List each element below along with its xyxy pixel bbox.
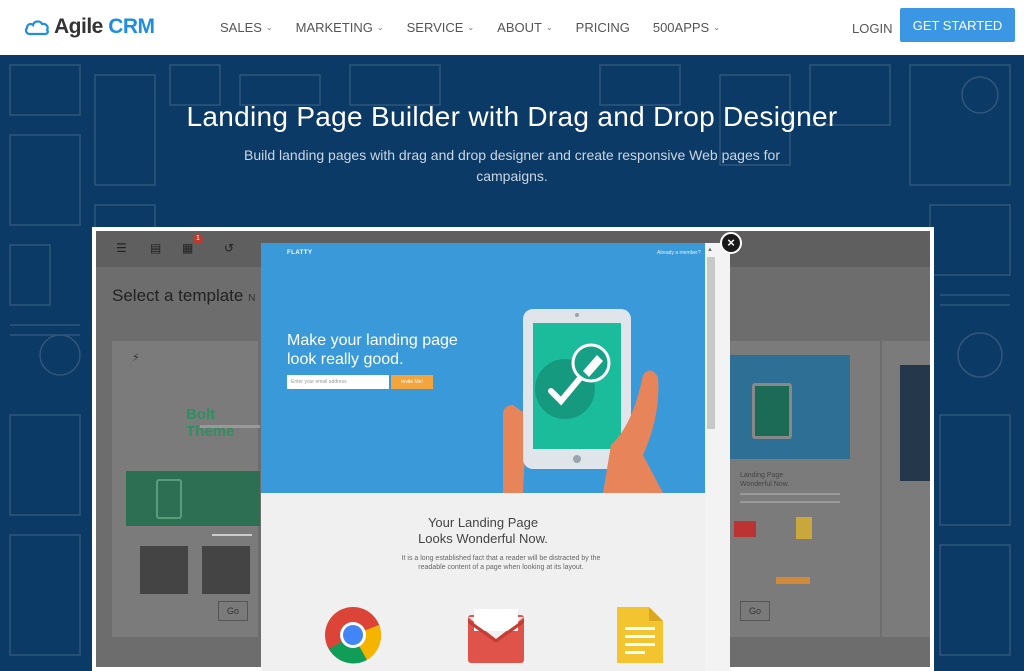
notification-badge: 1 (193, 234, 203, 244)
go-button[interactable]: Go (740, 601, 770, 621)
list-icon[interactable]: ☰ (116, 241, 130, 255)
template-heading: Landing Page Wonderful Now. (740, 471, 789, 489)
select-template-suffix: N (248, 293, 256, 304)
preview-hero: FLATTY Already a member? Make your landi… (261, 243, 705, 493)
menu-item-service[interactable]: SERVICE ⌄ (407, 20, 475, 35)
template-card-partial[interactable] (882, 341, 930, 637)
chevron-down-icon: ⌄ (545, 23, 553, 32)
menu-item-500apps[interactable]: 500APPS ⌄ (653, 20, 720, 35)
chevron-down-icon: ⌄ (376, 23, 384, 32)
menu-item-label: ABOUT (497, 20, 542, 35)
menu-item-label: MARKETING (295, 20, 373, 35)
go-button[interactable]: Go (218, 601, 248, 621)
tablet-hand-illustration (503, 309, 663, 493)
template-heading-line: Landing Page (740, 472, 784, 479)
menu-item-label: SERVICE (406, 20, 464, 35)
template-name: Bolt Theme (186, 406, 235, 440)
menu-item-sales[interactable]: SALES ⌄ (220, 20, 273, 35)
text-placeholder (740, 501, 840, 503)
preview-section-body: It is a long established fact that a rea… (401, 555, 601, 571)
preview-headline: Make your landing page look really good. (287, 332, 458, 368)
template-preview-band (126, 471, 260, 526)
chevron-down-icon: ⌄ (265, 23, 273, 32)
menu-item-pricing[interactable]: PRICING (576, 20, 630, 35)
get-started-button[interactable]: GET STARTED (900, 8, 1015, 42)
email-input[interactable]: Enter your email address (287, 375, 389, 389)
agile-crm-logo[interactable]: Agile CRM (24, 13, 155, 41)
template-card-flatty[interactable]: Landing Page Wonderful Now. Go (730, 341, 880, 637)
main-menu: SALES ⌄ MARKETING ⌄ SERVICE ⌄ ABOUT ⌄ PRICIN… (220, 20, 743, 35)
template-card-bolt[interactable]: ⚡ Bolt Theme Go (112, 341, 260, 637)
hero-subtitle: Build landing pages with drag and drop d… (244, 147, 780, 184)
undo-icon[interactable]: ↺ (224, 241, 238, 255)
select-template-heading: Select a template N (112, 286, 255, 306)
login-link[interactable]: LOGIN (852, 21, 892, 36)
chevron-down-icon: ⌄ (467, 23, 475, 32)
template-heading-line: Wonderful Now. (740, 481, 790, 488)
template-label-placeholder (212, 534, 252, 536)
section-title-line: Looks Wonderful Now. (418, 531, 548, 546)
preview-image (140, 546, 188, 594)
document-icon (796, 517, 812, 539)
menu-item-label: SALES (220, 20, 262, 35)
chevron-down-icon: ⌄ (713, 23, 720, 32)
chrome-icon (325, 607, 382, 664)
template-preview-images (140, 546, 250, 594)
preview-brand: FLATTY (287, 250, 313, 256)
preview-image (202, 546, 250, 594)
scrollbar-thumb[interactable] (707, 257, 715, 429)
cloud-icon (24, 20, 49, 36)
mail-icon (468, 609, 524, 663)
cta-placeholder (776, 577, 810, 584)
hero-title: Landing Page Builder with Drag and Drop … (186, 101, 838, 132)
scroll-up-arrow-icon[interactable]: ▲ (707, 247, 713, 253)
logo-word-agile: Agile (54, 15, 103, 38)
top-nav: Agile CRM SALES ⌄ MARKETING ⌄ SERVICE ⌄ ABO… (0, 0, 1024, 55)
tablet-icon (752, 383, 792, 439)
mail-icon (734, 521, 756, 537)
template-tagline-placeholder (200, 425, 260, 428)
close-icon[interactable]: × (720, 232, 742, 254)
document-icon (617, 607, 663, 663)
template-preview-modal: FLATTY Already a member? Make your landi… (261, 243, 730, 671)
member-link[interactable]: Already a member? (657, 250, 701, 256)
invite-button[interactable]: Invite Me! (391, 375, 433, 389)
logo-text: Agile CRM (54, 15, 155, 39)
text-placeholder (740, 493, 840, 495)
preview-section-title: Your Landing Page Looks Wonderful Now. (261, 515, 705, 547)
menu-item-label: PRICING (575, 20, 630, 35)
bolt-icon: ⚡ (132, 352, 140, 364)
menu-item-label: 500APPS (652, 20, 710, 35)
select-template-text: Select a template (112, 286, 244, 305)
template-preview-dark (900, 365, 930, 481)
phone-icon (156, 479, 182, 519)
menu-item-marketing[interactable]: MARKETING ⌄ (296, 20, 384, 35)
archive-icon[interactable]: ▤ (150, 241, 164, 255)
logo-word-crm: CRM (108, 15, 155, 38)
menu-item-about[interactable]: ABOUT ⌄ (497, 20, 553, 35)
section-title-line: Your Landing Page (427, 515, 539, 530)
